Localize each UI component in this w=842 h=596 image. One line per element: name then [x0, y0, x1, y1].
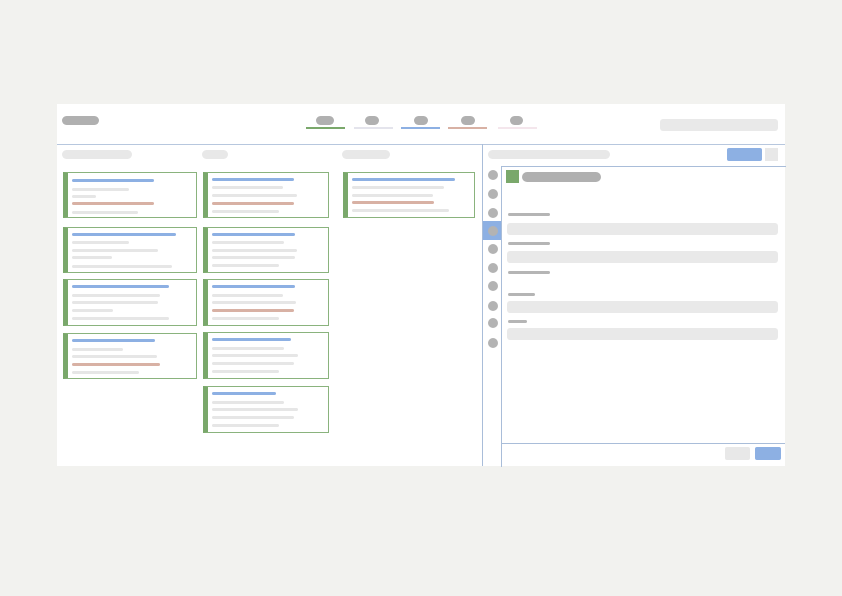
field-input[interactable] [507, 301, 778, 313]
task-card[interactable] [63, 333, 197, 379]
rail-icon-1[interactable] [488, 170, 498, 180]
top-bar [57, 104, 785, 145]
card-title [212, 338, 291, 341]
task-card[interactable] [203, 172, 329, 218]
task-card[interactable] [203, 279, 329, 326]
task-card[interactable] [343, 172, 475, 218]
rail-icon-10[interactable] [488, 338, 498, 348]
tab-1-underline [306, 127, 345, 129]
rail-icon-8[interactable] [488, 301, 498, 311]
green-square-icon [506, 170, 519, 183]
task-card[interactable] [63, 279, 197, 326]
tab-2[interactable] [365, 116, 379, 125]
save-button[interactable] [755, 447, 781, 460]
field-input[interactable] [507, 223, 778, 235]
rail-icon-5[interactable] [488, 244, 498, 254]
card-title [212, 392, 276, 395]
rail-icon-6[interactable] [488, 263, 498, 273]
tab-4-underline [448, 127, 487, 129]
task-card[interactable] [63, 227, 197, 273]
app-logo[interactable] [62, 116, 99, 125]
rail-icon-7[interactable] [488, 281, 498, 291]
tab-4[interactable] [461, 116, 475, 125]
task-card[interactable] [203, 332, 329, 379]
card-title [72, 233, 176, 236]
field-input[interactable] [507, 328, 778, 340]
card-title [212, 285, 295, 288]
card-title [72, 179, 154, 182]
card-title [212, 178, 294, 181]
rail-icon-4[interactable] [488, 226, 498, 236]
rail-icon-3[interactable] [488, 208, 498, 218]
tab-3-underline [401, 127, 440, 129]
tab-5[interactable] [510, 116, 523, 125]
task-card[interactable] [203, 227, 329, 273]
tab-1[interactable] [316, 116, 334, 125]
field-label [508, 242, 550, 245]
field-label [508, 213, 550, 216]
rail-icon-9[interactable] [488, 318, 498, 328]
field-input[interactable] [507, 251, 778, 263]
cancel-button[interactable] [725, 447, 750, 460]
card-title [72, 285, 169, 288]
primary-button[interactable] [727, 148, 762, 161]
tab-2-underline [354, 127, 393, 129]
field-label [508, 271, 550, 274]
task-card[interactable] [63, 172, 197, 218]
more-button[interactable] [765, 148, 778, 161]
card-title [72, 339, 155, 342]
detail-title [522, 172, 601, 182]
card-title [212, 233, 295, 236]
tab-5-underline [498, 127, 537, 129]
search-input[interactable] [660, 119, 778, 131]
card-title [352, 178, 455, 181]
panel-title [488, 150, 610, 159]
tab-3[interactable] [414, 116, 428, 125]
column-header-3 [342, 150, 390, 159]
task-card[interactable] [203, 386, 329, 433]
field-label [508, 293, 535, 296]
panel-divider [482, 144, 483, 466]
detail-panel [501, 166, 786, 467]
panel-footer-divider [501, 443, 785, 444]
rail-icon-2[interactable] [488, 189, 498, 199]
column-header-2 [202, 150, 228, 159]
field-label [508, 320, 527, 323]
column-header-1 [62, 150, 132, 159]
app-window [57, 104, 786, 467]
